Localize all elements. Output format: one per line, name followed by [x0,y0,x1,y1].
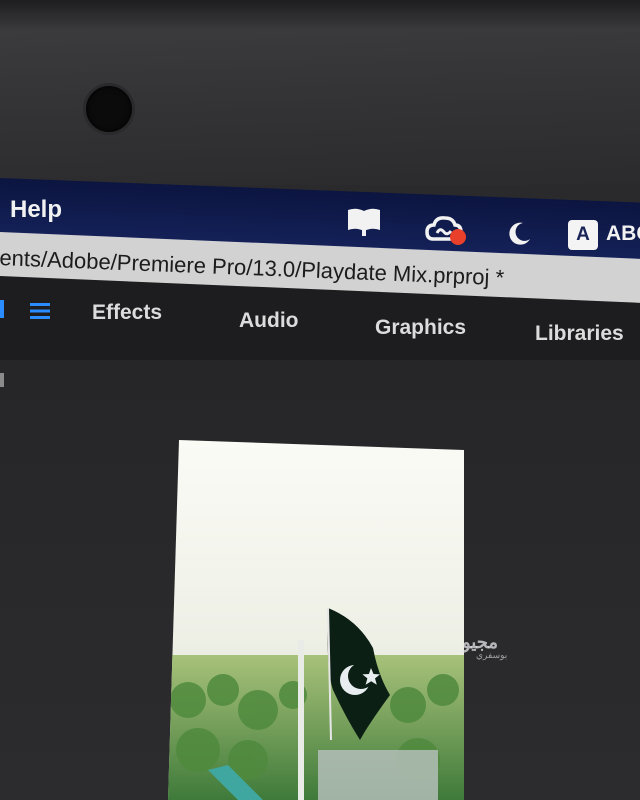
book-icon[interactable] [346,206,382,236]
video-watermark-subtitle: بوسفري [476,650,508,660]
hamburger-icon[interactable] [30,303,50,319]
help-menu[interactable]: Help [10,196,62,224]
tab-effects[interactable]: Effects [92,301,162,325]
flag-scene-image [168,440,464,800]
creative-cloud-icon[interactable] [425,213,469,247]
webcam [86,86,132,132]
tab-libraries[interactable]: Libraries [535,322,624,346]
tab-graphics[interactable]: Graphics [375,316,466,340]
video-frame[interactable] [168,440,464,800]
panel-edge-marker [0,373,4,387]
tab-audio[interactable]: Audio [239,309,298,333]
bezel-top-edge [0,0,640,30]
keyboard-language-icon[interactable]: A [568,220,598,250]
active-tab-indicator [0,300,4,318]
input-language-label[interactable]: ABC [606,222,640,246]
moon-icon[interactable] [505,220,533,248]
